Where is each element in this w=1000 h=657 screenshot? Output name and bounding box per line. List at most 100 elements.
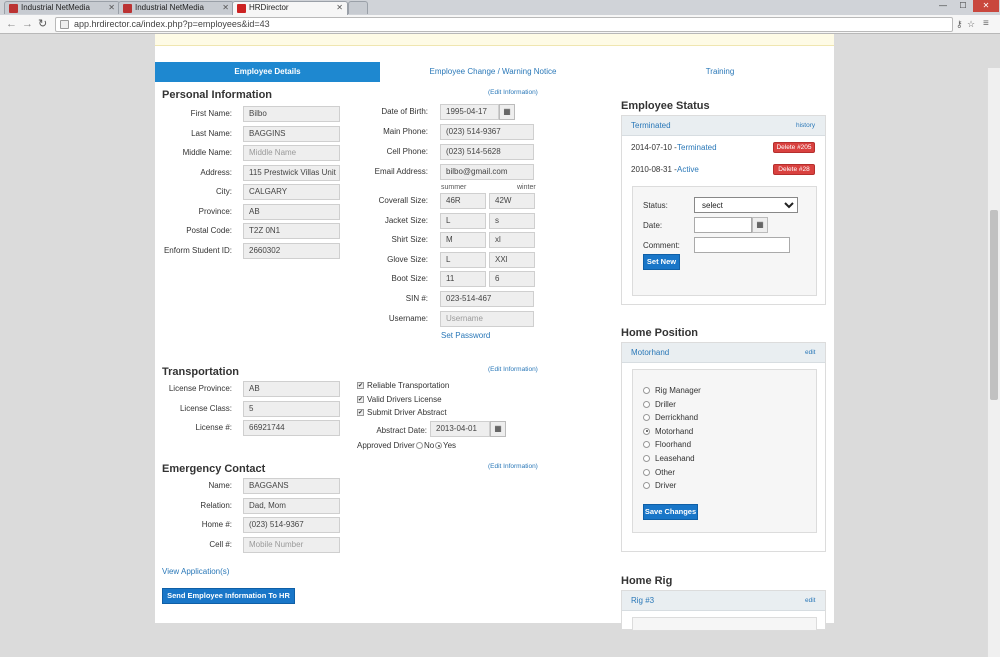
- sin-input[interactable]: 023-514-467: [440, 291, 534, 307]
- status-panel-header: Terminated history: [622, 116, 825, 136]
- personal-field-input[interactable]: AB: [243, 203, 340, 220]
- status-select[interactable]: select: [694, 197, 798, 213]
- summer-size-input[interactable]: 46R: [440, 193, 486, 209]
- close-tab-icon[interactable]: ✕: [222, 2, 229, 14]
- winter-size-input[interactable]: s: [489, 212, 535, 229]
- status-comment-input[interactable]: [694, 237, 790, 253]
- forward-icon[interactable]: →: [22, 18, 33, 30]
- browser-tab-title: Industrial NetMedia: [21, 3, 90, 12]
- browser-tab-active[interactable]: HRDirector ✕: [232, 1, 348, 15]
- close-tab-icon[interactable]: ✕: [108, 2, 115, 14]
- maximize-button[interactable]: ☐: [953, 0, 973, 12]
- address-bar[interactable]: app.hrdirector.ca/index.php?p=employees&…: [55, 17, 953, 32]
- personal-field-input[interactable]: 2660302: [243, 242, 340, 259]
- emergency-field-input[interactable]: Dad, Mom: [243, 497, 340, 514]
- home-rig-form: [632, 617, 817, 631]
- summer-size-input[interactable]: M: [440, 232, 486, 248]
- transportation-field-input[interactable]: AB: [243, 381, 340, 397]
- position-radio[interactable]: [643, 400, 650, 408]
- current-status[interactable]: Terminated: [631, 121, 671, 130]
- abstract-date-field[interactable]: 2013-04-01: [430, 421, 490, 437]
- emergency-field-input[interactable]: Mobile Number: [243, 536, 340, 553]
- scrollbar-thumb[interactable]: [990, 210, 998, 400]
- home-position-heading: Home Position: [621, 327, 699, 339]
- summer-size-input[interactable]: 11: [440, 271, 486, 287]
- new-tab-button[interactable]: [348, 1, 368, 14]
- key-icon[interactable]: ⚷: [956, 18, 963, 30]
- address-toolbar: ← → ↻ app.hrdirector.ca/index.php?p=empl…: [0, 15, 1000, 34]
- winter-size-input[interactable]: xl: [489, 232, 535, 248]
- position-radio[interactable]: [643, 414, 650, 422]
- personal-field-input[interactable]: Middle Name: [243, 145, 340, 161]
- back-icon[interactable]: ←: [6, 18, 17, 30]
- browser-tab[interactable]: Industrial NetMedia ✕: [4, 1, 120, 14]
- current-home-position[interactable]: Motorhand: [631, 348, 669, 357]
- username-input[interactable]: Username: [440, 311, 534, 327]
- close-window-button[interactable]: ✕: [973, 0, 999, 12]
- set-password-link[interactable]: Set Password: [441, 331, 490, 340]
- delete-status-button[interactable]: Delete #28: [773, 164, 815, 175]
- tab-change-warning[interactable]: Employee Change / Warning Notice: [380, 62, 606, 82]
- status-date-input[interactable]: [694, 217, 752, 233]
- position-label: Derrickhand: [655, 413, 699, 423]
- status-entry-state[interactable]: Active: [677, 165, 699, 174]
- page-scrollbar[interactable]: [987, 68, 1000, 657]
- summer-size-input[interactable]: L: [440, 212, 486, 229]
- personal-field-input[interactable]: (023) 514-5628: [440, 144, 534, 160]
- summer-size-input[interactable]: L: [440, 251, 486, 268]
- winter-size-input[interactable]: XXl: [489, 251, 535, 268]
- transportation-field-input[interactable]: 66921744: [243, 420, 340, 436]
- calendar-icon[interactable]: ▦: [499, 104, 515, 120]
- position-radio[interactable]: [643, 455, 650, 462]
- save-changes-button[interactable]: Save Changes: [643, 504, 698, 520]
- personal-field-input[interactable]: 1995-04-17: [440, 104, 499, 120]
- position-radio[interactable]: [643, 427, 650, 435]
- edit-home-rig-link[interactable]: edit: [805, 597, 815, 604]
- emergency-field-input[interactable]: BAGGANS: [243, 478, 340, 494]
- delete-status-button[interactable]: Delete #205: [773, 142, 815, 153]
- set-new-button[interactable]: Set New: [643, 254, 680, 270]
- edit-transportation-link[interactable]: (Edit Information): [488, 366, 538, 373]
- edit-home-position-link[interactable]: edit: [805, 349, 815, 356]
- emergency-field-input[interactable]: (023) 514-9367: [243, 517, 340, 533]
- minimize-button[interactable]: —: [933, 0, 953, 12]
- approved-no-radio[interactable]: [416, 442, 423, 449]
- transportation-field-input[interactable]: 5: [243, 400, 340, 417]
- browser-tab[interactable]: Industrial NetMedia ✕: [118, 1, 234, 14]
- personal-field-input[interactable]: CALGARY: [243, 184, 340, 200]
- personal-field-input[interactable]: (023) 514-9367: [440, 124, 534, 140]
- view-applications-link[interactable]: View Application(s): [162, 567, 229, 576]
- tab-training[interactable]: Training: [606, 62, 834, 82]
- reliable-transportation-checkbox[interactable]: ✔: [357, 382, 364, 389]
- personal-field-input[interactable]: bilbo@gmail.com: [440, 164, 534, 180]
- send-to-hr-button[interactable]: Send Employee Information To HR: [162, 588, 295, 604]
- winter-size-input[interactable]: 42W: [489, 193, 535, 209]
- status-history-link[interactable]: history: [796, 122, 815, 129]
- position-radio[interactable]: [643, 441, 650, 449]
- field-label: Date of Birth:: [381, 107, 428, 116]
- status-entry-state[interactable]: Terminated: [677, 143, 717, 152]
- personal-field-input[interactable]: BAGGINS: [243, 125, 340, 142]
- close-tab-icon[interactable]: ✕: [336, 2, 343, 14]
- menu-icon[interactable]: ≡: [983, 18, 989, 30]
- edit-personal-link[interactable]: (Edit Information): [488, 89, 538, 96]
- bookmark-star-icon[interactable]: ☆: [967, 18, 975, 30]
- position-radio[interactable]: [643, 482, 650, 490]
- submit-abstract-checkbox[interactable]: ✔: [357, 409, 364, 416]
- position-radio[interactable]: [643, 468, 650, 476]
- personal-field-input[interactable]: 115 Prestwick Villas Unit: [243, 164, 340, 181]
- reload-icon[interactable]: ↻: [38, 18, 47, 30]
- date-label: Date:: [643, 221, 663, 230]
- current-home-rig[interactable]: Rig #3: [631, 596, 654, 605]
- position-radio[interactable]: [643, 387, 650, 394]
- personal-field-input[interactable]: T2Z 0N1: [243, 223, 340, 239]
- valid-license-checkbox[interactable]: ✔: [357, 396, 364, 403]
- calendar-icon[interactable]: ▦: [490, 421, 506, 437]
- abstract-date-label: Abstract Date:: [376, 426, 427, 435]
- edit-emergency-link[interactable]: (Edit Information): [488, 463, 538, 470]
- winter-size-input[interactable]: 6: [489, 271, 535, 287]
- approved-yes-radio[interactable]: [435, 442, 442, 449]
- tab-employee-details[interactable]: Employee Details: [155, 62, 380, 82]
- calendar-icon[interactable]: ▦: [752, 217, 768, 233]
- personal-field-input[interactable]: Bilbo: [243, 106, 340, 122]
